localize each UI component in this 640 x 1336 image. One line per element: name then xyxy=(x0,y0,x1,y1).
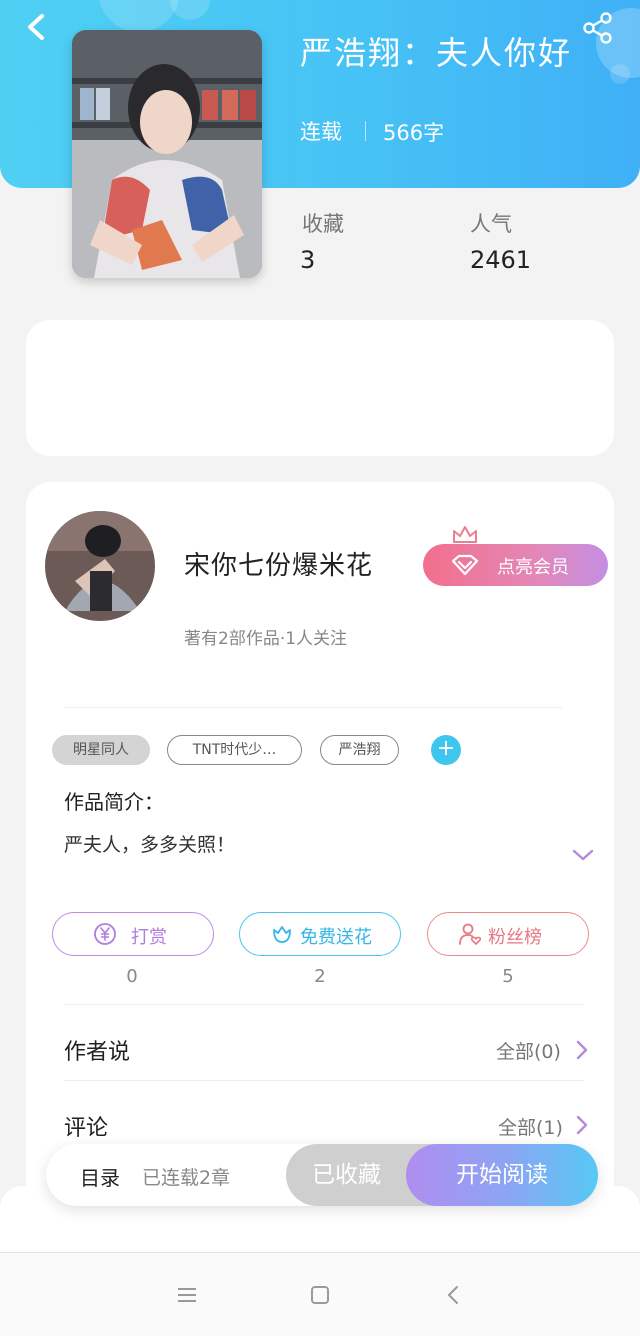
share-icon[interactable] xyxy=(582,12,614,44)
tag-character[interactable]: 严浩翔 xyxy=(320,735,399,765)
plus-icon: + xyxy=(436,736,456,761)
author-says-label: 作者说 xyxy=(64,1040,131,1065)
chevron-right-icon[interactable] xyxy=(573,1039,591,1061)
book-cover-image[interactable] xyxy=(72,30,262,278)
decor-bubble xyxy=(170,0,210,20)
yuan-coin-icon xyxy=(94,923,116,945)
status-divider xyxy=(365,121,366,141)
stat-value-collections: 3 xyxy=(300,246,316,274)
serial-status: 连载 xyxy=(300,120,342,144)
flower-count: 2 xyxy=(314,966,326,987)
fans-count: 5 xyxy=(502,966,514,987)
vip-member-button[interactable]: 点亮会员 xyxy=(423,526,608,586)
author-says-all-link[interactable]: 全部(0) xyxy=(496,1037,561,1064)
divider xyxy=(64,1004,584,1005)
chevron-right-icon[interactable] xyxy=(573,1114,591,1136)
back-arrow-icon[interactable] xyxy=(22,12,52,42)
home-icon[interactable] xyxy=(308,1283,332,1307)
chevron-down-icon[interactable] xyxy=(571,843,595,867)
book-title: 严浩翔：夫人你好 xyxy=(300,34,573,72)
author-meta: 著有2部作品·1人关注 xyxy=(184,629,348,649)
intro-text: 严夫人，多多关照！ xyxy=(64,834,236,856)
tip-button[interactable]: 打赏 xyxy=(52,912,214,956)
decor-bubble xyxy=(610,64,630,84)
send-flower-button[interactable]: 免费送花 xyxy=(239,912,401,956)
decor-bubble xyxy=(98,0,180,32)
menu-icon[interactable] xyxy=(175,1283,199,1307)
stat-label-popularity: 人气 xyxy=(470,212,512,236)
fan-ranking-button[interactable]: 粉丝榜 xyxy=(427,912,589,956)
tag-category[interactable]: 明星同人 xyxy=(52,735,150,765)
tip-label: 打赏 xyxy=(131,927,167,948)
user-heart-icon xyxy=(459,923,482,945)
add-tag-button[interactable]: + xyxy=(431,735,461,765)
chapter-count: 已连载2章 xyxy=(142,1167,231,1189)
back-icon[interactable] xyxy=(442,1283,466,1307)
divider xyxy=(64,1080,584,1081)
tag-group[interactable]: TNT时代少… xyxy=(167,735,302,765)
comments-all-link[interactable]: 全部(1) xyxy=(498,1113,563,1140)
comments-label: 评论 xyxy=(64,1116,109,1141)
divider xyxy=(64,707,562,708)
start-reading-button[interactable]: 开始阅读 xyxy=(406,1144,598,1206)
table-of-contents-button[interactable]: 目录 xyxy=(80,1162,120,1191)
stat-value-popularity: 2461 xyxy=(470,246,532,274)
author-avatar[interactable] xyxy=(45,511,155,621)
avatar-illustration xyxy=(45,511,155,621)
crown-icon xyxy=(453,526,477,543)
flower-icon xyxy=(273,926,291,943)
author-name[interactable]: 宋你七份爆米花 xyxy=(184,545,373,582)
empty-card xyxy=(26,320,614,456)
vip-button-label: 点亮会员 xyxy=(497,557,569,578)
diamond-icon xyxy=(451,554,479,576)
fans-label: 粉丝榜 xyxy=(488,927,542,948)
system-navigation-bar xyxy=(0,1252,640,1336)
tip-count: 0 xyxy=(126,966,138,987)
intro-label: 作品简介： xyxy=(64,790,164,814)
stat-label-collections: 收藏 xyxy=(302,212,344,236)
cover-illustration xyxy=(72,30,262,278)
flower-label: 免费送花 xyxy=(300,927,372,948)
word-count: 566字 xyxy=(383,121,445,145)
